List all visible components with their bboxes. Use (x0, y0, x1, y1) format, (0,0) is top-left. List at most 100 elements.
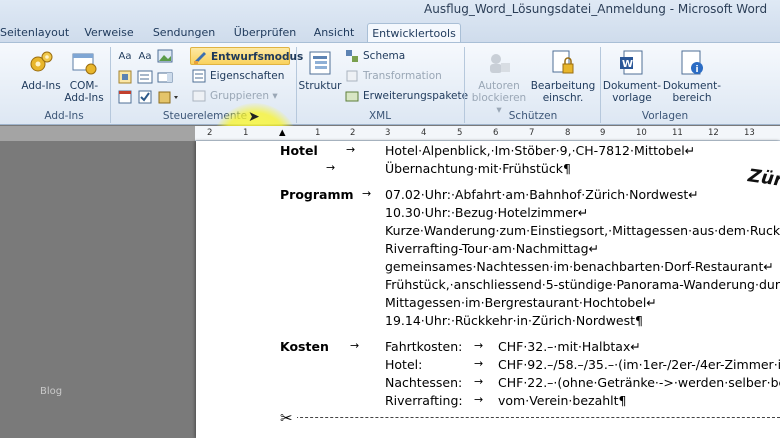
tab-sendungen[interactable]: Sendungen (150, 23, 218, 42)
group-separator (296, 47, 297, 123)
group-separator (110, 47, 111, 123)
restrict-editing-label-2: einschr. (542, 92, 584, 104)
programm-line: Riverrafting-Tour·am·Nachmittag↵ (385, 241, 600, 256)
ribbon: Add-Ins COM- Add-Ins Add-Ins Aa Aa Entwu… (0, 42, 780, 191)
horizontal-ruler[interactable]: 2 1 ▲ 1 2 3 4 5 6 7 8 9 10 11 12 13 (195, 126, 780, 141)
gears-icon (27, 49, 55, 77)
programm-label: Programm (280, 187, 354, 202)
group-label-add-ins: Add-Ins (44, 110, 84, 122)
ruler-number: 10 (636, 128, 647, 138)
kosten-value: vom·Verein·bezahlt¶ (498, 393, 627, 408)
kosten-value: CHF·32.–·mit·Halbtax↵ (498, 339, 641, 354)
transformation-button[interactable]: Transformation (343, 67, 458, 85)
ruler-number: 4 (421, 128, 427, 138)
document-panel-label-1: Dokument- (662, 80, 722, 92)
watermark: Blog (40, 386, 63, 397)
structure-button[interactable]: Struktur (298, 49, 342, 92)
group-label-templates: Vorlagen (641, 110, 689, 122)
ruler-number: 3 (385, 128, 391, 138)
add-ins-button[interactable]: Add-Ins (20, 49, 62, 92)
ruler-number: 6 (493, 128, 499, 138)
scissors-icon: ✂ (280, 409, 297, 427)
document-page[interactable]: Züri Hotel → Hotel·Alpenblick,·Im·Stöber… (196, 141, 780, 438)
programm-line: Frühstück,·anschliessend·5-stündige·Pano… (385, 277, 780, 292)
kosten-key: Hotel: (385, 357, 423, 372)
properties-button[interactable]: Eigenschaften (190, 67, 290, 85)
programm-line: gemeinsames·Nachtessen·im·benachbarten·D… (385, 259, 774, 274)
kosten-row: Kosten → Fahrtkosten: → CHF·32.–·mit·Hal… (196, 339, 780, 357)
document-panel-button[interactable]: i Dokument- bereich (662, 49, 722, 104)
schema-icon (345, 49, 359, 63)
indent-marker-icon[interactable]: ▲ (279, 128, 286, 138)
ruler-number: 1 (315, 128, 321, 138)
restrict-editing-label-1: Bearbeitung (530, 80, 596, 92)
ruler-number: 8 (565, 128, 571, 138)
tab-ansicht[interactable]: Ansicht (310, 23, 358, 42)
structure-label: Struktur (298, 80, 342, 92)
ruler-number: 7 (529, 128, 535, 138)
drop-down-list-control-icon[interactable] (157, 69, 173, 85)
ruler-number: 2 (350, 128, 356, 138)
tab-seitenlayout[interactable]: Seitenlayout (0, 23, 69, 42)
kosten-key: Riverrafting: (385, 393, 463, 408)
document-panel-label-2: bereich (672, 92, 712, 104)
tab-entwicklertools[interactable]: Entwicklertools (367, 23, 461, 42)
tab-arrow: → (474, 339, 484, 352)
tab-arrow: → (474, 393, 484, 406)
programm-row: 19.14·Uhr:·Rückkehr·in·Zürich·Nordwest¶ (196, 313, 780, 331)
block-authors-label-1: Autoren (478, 80, 520, 92)
properties-label: Eigenschaften (210, 70, 285, 82)
ruler-number: 12 (708, 128, 719, 138)
cut-line (280, 417, 780, 418)
tab-arrow: → (326, 161, 336, 174)
document-template-button[interactable]: W Dokument- vorlage (602, 49, 662, 104)
programm-row: Frühstück,·anschliessend·5-stündige·Pano… (196, 277, 780, 295)
programm-row: 10.30·Uhr:·Bezug·Hotelzimmer↵ (196, 205, 780, 223)
document-lock-icon (549, 49, 577, 77)
programm-line: Mittagessen·im·Bergrestaurant·Hochtobel↵ (385, 295, 657, 310)
tab-ueberpruefen[interactable]: Überprüfen (230, 23, 300, 42)
combo-box-control-icon[interactable] (137, 69, 153, 85)
date-picker-control-icon[interactable] (117, 89, 133, 105)
block-authors-button[interactable]: Autoren blockieren ▾ (468, 49, 530, 116)
transformation-icon (345, 69, 359, 83)
expansion-packs-label: Erweiterungspakete (363, 90, 469, 102)
block-authors-label-2: blockieren (471, 92, 527, 104)
kosten-row: Nachtessen: → CHF·22.–·(ohne·Getränke·->… (196, 375, 780, 393)
group-label-xml: XML (368, 110, 392, 122)
document-template-label-1: Dokument- (602, 80, 662, 92)
com-add-ins-button[interactable]: COM- Add-Ins (62, 49, 106, 104)
tab-arrow: → (346, 143, 356, 156)
programm-line: 10.30·Uhr:·Bezug·Hotelzimmer↵ (385, 205, 589, 220)
block-authors-icon (485, 49, 513, 77)
rich-text-control-icon[interactable]: Aa (117, 49, 133, 65)
building-block-control-icon[interactable] (117, 69, 133, 85)
legacy-tools-icon[interactable] (157, 89, 183, 105)
chevron-down-icon: ▾ (496, 104, 502, 116)
group-button[interactable]: Gruppieren ▾ (190, 87, 290, 105)
group-separator (464, 47, 465, 123)
document-info-icon: i (678, 49, 706, 77)
programm-line: Kurze·Wanderung·zum·Einstiegsort,·Mittag… (385, 223, 780, 238)
expansion-packs-button[interactable]: Erweiterungspakete (343, 87, 468, 105)
programm-row: Programm → 07.02·Uhr:·Abfahrt·am·Bahnhof… (196, 187, 780, 205)
checkbox-control-icon[interactable] (137, 89, 153, 105)
plain-text-control-icon[interactable]: Aa (137, 49, 153, 65)
tab-verweise[interactable]: Verweise (80, 23, 138, 42)
programm-line: 19.14·Uhr:·Rückkehr·in·Zürich·Nordwest¶ (385, 313, 643, 328)
programm-row: Mittagessen·im·Bergrestaurant·Hochtobel↵ (196, 295, 780, 313)
restrict-editing-button[interactable]: Bearbeitung einschr. (530, 49, 596, 104)
add-ins-label: Add-Ins (21, 80, 61, 92)
group-separator (600, 47, 601, 123)
design-mode-button[interactable]: Entwurfsmodus (190, 47, 303, 65)
ruler-margin (0, 126, 195, 141)
expansion-packs-icon (345, 89, 359, 103)
document-template-label-2: vorlage (612, 92, 652, 104)
transformation-label: Transformation (363, 70, 442, 82)
properties-icon (192, 69, 206, 83)
picture-control-icon[interactable] (157, 48, 173, 64)
hotel-line-2: Übernachtung·mit·Frühstück¶ (385, 161, 571, 176)
group-label: Gruppieren (210, 90, 270, 102)
schema-label: Schema (363, 50, 406, 62)
schema-button[interactable]: Schema (343, 47, 458, 65)
